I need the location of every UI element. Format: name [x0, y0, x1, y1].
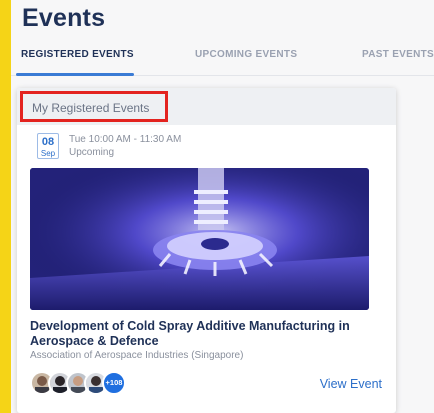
more-attendees-badge[interactable]: +108: [102, 371, 126, 395]
event-card: My Registered Events 08 Sep Tue 10:00 AM…: [17, 88, 396, 413]
event-title[interactable]: Development of Cold Spray Additive Manuf…: [30, 319, 380, 349]
card-header: My Registered Events: [17, 88, 396, 125]
page-title: Events: [22, 4, 106, 32]
event-organizer: Association of Aerospace Industries (Sin…: [30, 350, 244, 361]
events-page: Events REGISTERED EVENTS UPCOMING EVENTS…: [11, 0, 434, 413]
view-event-link[interactable]: View Event: [320, 377, 382, 391]
event-time: Tue 10:00 AM - 11:30 AM: [69, 134, 182, 145]
date-badge: 08 Sep: [37, 133, 59, 159]
tab-past-events[interactable]: PAST EVENTS: [362, 49, 434, 60]
event-status: Upcoming: [69, 147, 115, 158]
cold-spray-machine-illustration: [30, 168, 369, 310]
date-month: Sep: [40, 149, 56, 158]
section-label-my-registered-events: My Registered Events: [20, 91, 168, 122]
left-accent-bar: [0, 0, 11, 413]
date-day: 08: [41, 136, 55, 148]
tab-registered-events[interactable]: REGISTERED EVENTS: [21, 49, 134, 60]
events-tabs: REGISTERED EVENTS UPCOMING EVENTS PAST E…: [11, 38, 434, 76]
event-image[interactable]: [30, 168, 369, 310]
tab-upcoming-events[interactable]: UPCOMING EVENTS: [195, 49, 297, 60]
active-tab-indicator: [16, 73, 134, 76]
attendee-avatars: +108: [30, 371, 170, 399]
